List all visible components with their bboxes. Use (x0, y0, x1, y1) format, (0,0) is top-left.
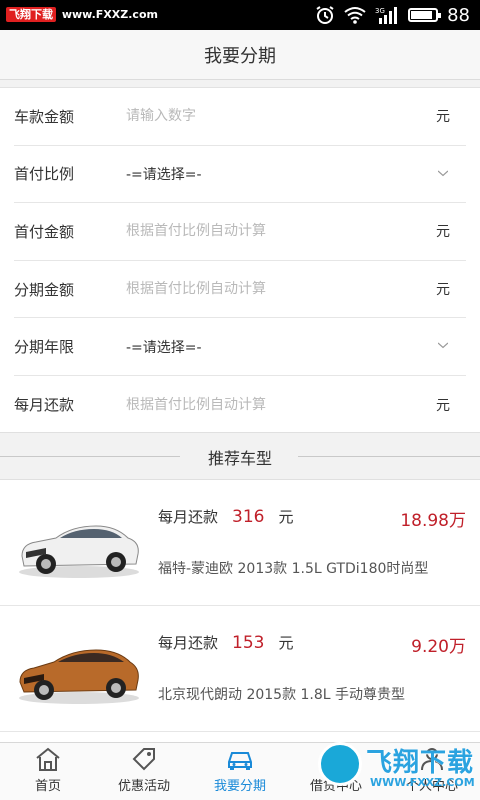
car-price: 18.98万 (400, 511, 466, 531)
down-amount-label: 首付金额 (14, 222, 75, 241)
watermark-url: WWW.FXXZ.COM (370, 776, 475, 789)
monthly-payment-unit: 元 (436, 397, 450, 414)
car-image (19, 525, 139, 578)
loan-amount-unit: 元 (436, 282, 450, 299)
car-price-unit: 元 (436, 109, 450, 126)
header-spacer (0, 80, 480, 88)
pay-amount: 316 (232, 507, 265, 527)
status-left: 飞翔下载 www.FXXZ.com (6, 6, 158, 22)
tab-installment[interactable]: 我要分期 (192, 743, 288, 800)
battery-icon (408, 8, 442, 22)
tab-label: 首页 (34, 779, 61, 794)
page-title: 我要分期 (204, 45, 276, 67)
form-row-car-price: 车款金额 元 (14, 88, 466, 146)
divider (298, 456, 480, 457)
car-price: 9.20万 (411, 637, 466, 657)
pay-amount: 153 (232, 633, 265, 653)
chevron-down-icon (438, 170, 448, 176)
form-row-down-ratio[interactable]: 首付比例 -=请选择=- (14, 146, 466, 204)
tab-promotions[interactable]: 优惠活动 (96, 743, 192, 800)
chevron-down-icon (438, 342, 448, 349)
tag-icon (132, 748, 155, 771)
status-bar: 飞翔下载 www.FXXZ.com 3G 88 (0, 0, 480, 30)
car-list-item[interactable]: 每月还款 316 元 18.98万 福特-蒙迪欧 2013款 1.5L GTDi… (0, 480, 480, 606)
form-row-monthly-payment: 每月还款 元 (14, 375, 466, 434)
car-image (19, 649, 139, 704)
site-badge: 飞翔下载 (6, 7, 56, 22)
car-name: 福特-蒙迪欧 2013款 1.5L GTDi180时尚型 (158, 561, 429, 577)
tab-home[interactable]: 首页 (0, 743, 96, 800)
car-list-item[interactable]: 每月还款 153 元 9.20万 北京现代朗动 2015款 1.8L 手动尊贵型 (0, 606, 480, 732)
monthly-payment-label: 每月还款 (14, 396, 75, 415)
section-title: 推荐车型 (207, 449, 272, 468)
monthly-pay: 每月还款 153 元 (158, 632, 293, 653)
pay-unit: 元 (278, 634, 294, 652)
svg-text:3G: 3G (375, 7, 385, 15)
loan-amount-label: 分期金额 (14, 280, 75, 299)
car-price-input[interactable] (126, 88, 406, 145)
loan-term-select[interactable]: -=请选择=- (126, 318, 406, 375)
pay-label: 每月还款 (158, 634, 219, 652)
form-row-loan-amount: 分期金额 元 (14, 260, 466, 319)
site-url: www.FXXZ.com (61, 8, 158, 21)
car-list: 每月还款 316 元 18.98万 福特-蒙迪欧 2013款 1.5L GTDi… (0, 480, 480, 732)
tab-label: 我要分期 (213, 779, 266, 794)
down-ratio-select[interactable]: -=请选择=- (126, 146, 406, 203)
monthly-payment-field[interactable] (126, 375, 406, 434)
loan-amount-field[interactable] (126, 260, 406, 318)
alarm-icon (316, 6, 334, 24)
down-amount-field[interactable] (126, 203, 406, 260)
recommended-section-header: 推荐车型 (0, 432, 480, 480)
signal-3g-icon: 3G (375, 7, 398, 24)
form-row-loan-term[interactable]: 分期年限 -=请选择=- (14, 318, 466, 376)
car-price-label: 车款金额 (14, 107, 75, 126)
monthly-pay: 每月还款 316 元 (158, 506, 293, 527)
tab-label: 优惠活动 (117, 779, 170, 794)
header: 我要分期 (0, 30, 480, 80)
watermark-logo: 飞翔下载 WWW.FXXZ.COM (310, 736, 480, 800)
home-icon (36, 747, 60, 771)
status-icons: 3G 88 (315, 3, 470, 27)
car-icon (228, 752, 252, 770)
watermark-text: 飞翔下载 (366, 748, 475, 778)
down-ratio-label: 首付比例 (14, 165, 75, 184)
installment-form: 车款金额 元 首付比例 -=请选择=- 首付金额 元 分期金额 元 分期年限 -… (0, 88, 480, 434)
form-row-down-amount: 首付金额 元 (14, 203, 466, 261)
watermark-emblem (318, 742, 362, 786)
wifi-icon (344, 7, 366, 24)
pay-unit: 元 (278, 508, 294, 526)
battery-level: 88 (447, 4, 470, 26)
car-name: 北京现代朗动 2015款 1.8L 手动尊贵型 (158, 687, 406, 703)
down-amount-unit: 元 (436, 224, 450, 241)
pay-label: 每月还款 (158, 508, 219, 526)
loan-term-label: 分期年限 (14, 338, 75, 357)
